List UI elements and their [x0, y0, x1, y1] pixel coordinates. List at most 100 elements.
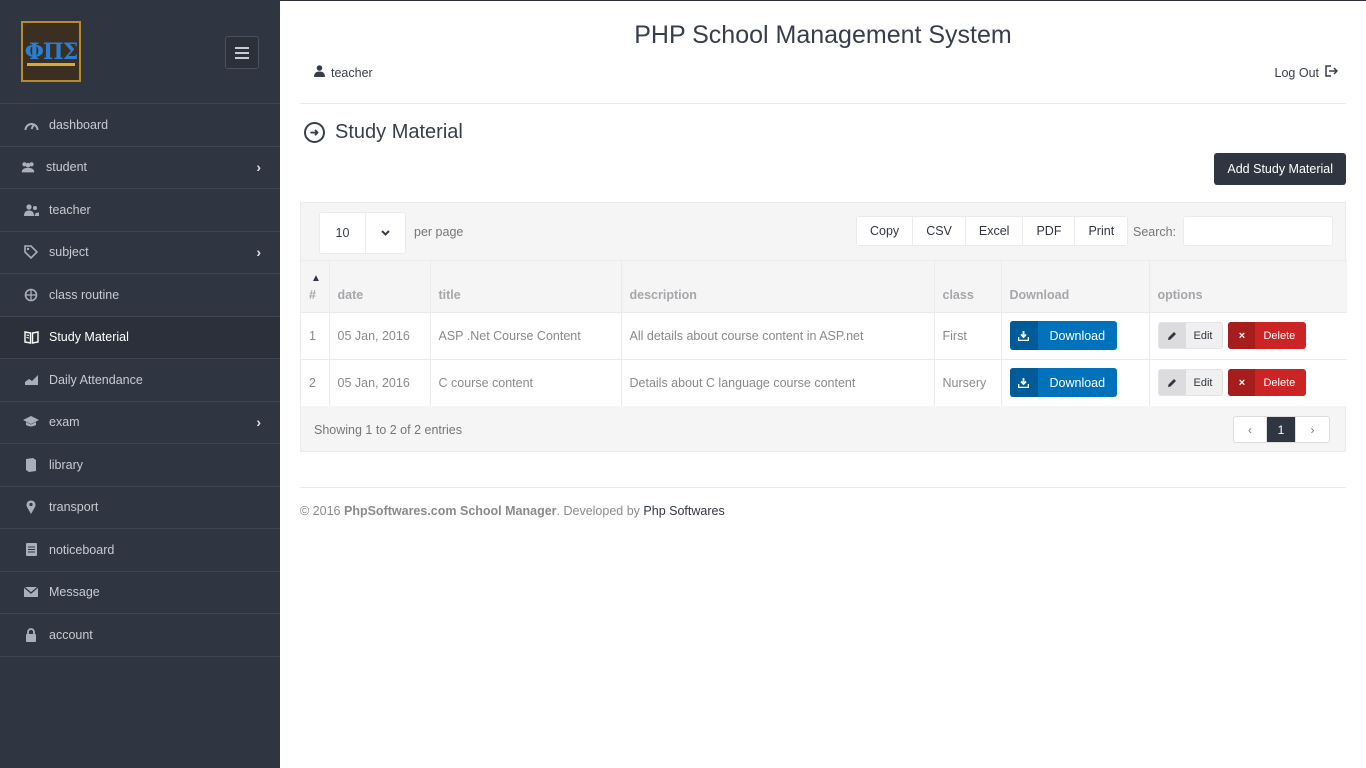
- footer-brand: PhpSoftwares.com School Manager: [343, 504, 557, 518]
- csv-button[interactable]: CSV: [913, 217, 966, 245]
- edit-button[interactable]: Edit: [1157, 322, 1224, 350]
- per-page-label: per page: [414, 225, 464, 239]
- sidebar-item-label: teacher: [49, 202, 91, 217]
- column-header-title[interactable]: title: [430, 260, 622, 313]
- chevron-down-icon: [366, 213, 405, 253]
- cell-download: Download: [1001, 358, 1150, 406]
- sidebar-header: ΦΠΣ: [0, 0, 280, 104]
- sidebar-item-subject[interactable]: subject ›: [0, 232, 280, 274]
- print-button[interactable]: Print: [1075, 217, 1128, 245]
- lock-icon: [23, 627, 39, 643]
- pagination: ‹ 1 ›: [1233, 416, 1330, 443]
- page-length-value: 10: [320, 213, 366, 253]
- download-icon: [1009, 321, 1038, 351]
- logo-text: ΦΠΣ: [24, 38, 78, 65]
- cell-num: 2: [301, 358, 330, 406]
- sidebar-item-class-routine[interactable]: class routine: [0, 274, 280, 317]
- arrow-circle-icon: ➜: [304, 122, 325, 143]
- sidebar-item-label: student: [46, 160, 88, 175]
- sidebar-item-account[interactable]: account: [0, 614, 280, 657]
- sidebar-item-label: Daily Attendance: [49, 372, 143, 387]
- gauge-icon: [23, 117, 39, 133]
- search-input[interactable]: [1183, 216, 1333, 246]
- search-label: Search:: [1133, 225, 1177, 239]
- sidebar-item-dashboard[interactable]: dashboard: [0, 104, 280, 147]
- pagination-page-1[interactable]: 1: [1267, 417, 1296, 442]
- sidebar-item-label: Message: [49, 585, 100, 600]
- cell-options: Edit × Delete: [1149, 312, 1347, 359]
- column-header-description[interactable]: description: [621, 260, 935, 313]
- edit-button[interactable]: Edit: [1157, 369, 1224, 396]
- user-group-icon: [23, 202, 39, 218]
- main-content: PHP School Management System teacher Log…: [280, 0, 1366, 768]
- download-button[interactable]: Download: [1009, 321, 1118, 351]
- pagination-next[interactable]: ›: [1296, 417, 1329, 442]
- sidebar-item-label: Study Material: [49, 330, 129, 345]
- chevron-right-icon: ›: [256, 414, 261, 431]
- chevron-right-icon: ›: [256, 159, 261, 176]
- page-length-select[interactable]: 10: [319, 212, 406, 254]
- footer: © 2016 PhpSoftwares.com School Manager. …: [300, 504, 725, 518]
- logout-icon: [1325, 65, 1339, 80]
- cell-title: C course content: [430, 358, 622, 406]
- page-title-text: Study Material: [335, 121, 463, 143]
- menu-toggle-button[interactable]: [225, 36, 259, 69]
- sidebar: ΦΠΣ dashboard student › teacher subject …: [0, 0, 280, 768]
- header-divider: [300, 103, 1346, 104]
- excel-button[interactable]: Excel: [965, 217, 1024, 245]
- logout-link[interactable]: Log Out: [1275, 65, 1339, 80]
- sidebar-item-label: exam: [49, 415, 80, 430]
- location-pin-icon: [23, 499, 39, 515]
- table-info: Showing 1 to 2 of 2 entries: [314, 423, 463, 437]
- cell-date: 05 Jan, 2016: [329, 312, 431, 359]
- cell-description: Details about C language course content: [621, 358, 935, 406]
- delete-button[interactable]: × Delete: [1228, 369, 1307, 396]
- pdf-button[interactable]: PDF: [1023, 217, 1076, 245]
- column-header-class[interactable]: class: [934, 260, 1002, 313]
- users-icon: [20, 159, 36, 175]
- pagination-prev[interactable]: ‹: [1234, 417, 1267, 442]
- cell-class: First: [934, 312, 1002, 359]
- close-icon: ×: [1228, 322, 1256, 350]
- table-row: 2 05 Jan, 2016 C course content Details …: [301, 358, 1347, 406]
- sidebar-item-message[interactable]: Message: [0, 572, 280, 614]
- sidebar-item-noticeboard[interactable]: noticeboard: [0, 529, 280, 572]
- sidebar-nav: dashboard student › teacher subject › cl…: [0, 104, 280, 657]
- sidebar-item-daily-attendance[interactable]: Daily Attendance: [0, 359, 280, 402]
- tag-icon: [23, 244, 39, 260]
- column-header-download[interactable]: Download: [1001, 260, 1150, 313]
- site-title: PHP School Management System: [634, 21, 1012, 49]
- sidebar-item-library[interactable]: library: [0, 444, 280, 487]
- chevron-right-icon: ›: [256, 244, 261, 261]
- sidebar-item-exam[interactable]: exam ›: [0, 402, 280, 444]
- sidebar-item-student[interactable]: student ›: [0, 147, 280, 189]
- footer-developer-link[interactable]: Php Softwares: [643, 504, 724, 518]
- document-icon: [23, 542, 39, 558]
- copy-button[interactable]: Copy: [857, 217, 914, 245]
- sidebar-item-study-material[interactable]: Study Material: [0, 316, 280, 359]
- column-header-date[interactable]: date: [329, 260, 431, 313]
- user-icon: [314, 65, 325, 80]
- cell-description: All details about course content in ASP.…: [621, 312, 935, 359]
- add-study-material-button[interactable]: Add Study Material: [1214, 153, 1346, 185]
- sidebar-item-label: class routine: [49, 287, 120, 302]
- close-icon: ×: [1228, 369, 1256, 396]
- cell-class: Nursery: [934, 358, 1002, 406]
- page-title: ➜ Study Material: [304, 121, 463, 144]
- current-user[interactable]: teacher: [314, 65, 373, 80]
- download-button[interactable]: Download: [1009, 368, 1118, 397]
- sidebar-item-label: transport: [49, 500, 99, 515]
- cell-title: ASP .Net Course Content: [430, 312, 622, 359]
- delete-button[interactable]: × Delete: [1228, 322, 1307, 350]
- cell-download: Download: [1001, 312, 1150, 359]
- download-icon: [1009, 368, 1038, 397]
- sidebar-item-transport[interactable]: transport: [0, 487, 280, 529]
- column-header-options[interactable]: options: [1149, 260, 1347, 313]
- school-logo[interactable]: ΦΠΣ: [21, 21, 81, 82]
- chart-area-icon: [23, 372, 39, 388]
- footer-divider: [300, 487, 1346, 488]
- export-toolbar: Copy CSV Excel PDF Print: [856, 216, 1129, 246]
- sidebar-item-teacher[interactable]: teacher: [0, 189, 280, 232]
- study-material-table: ▲ # date title description class Download…: [301, 260, 1347, 406]
- column-header-num[interactable]: ▲ #: [301, 260, 330, 313]
